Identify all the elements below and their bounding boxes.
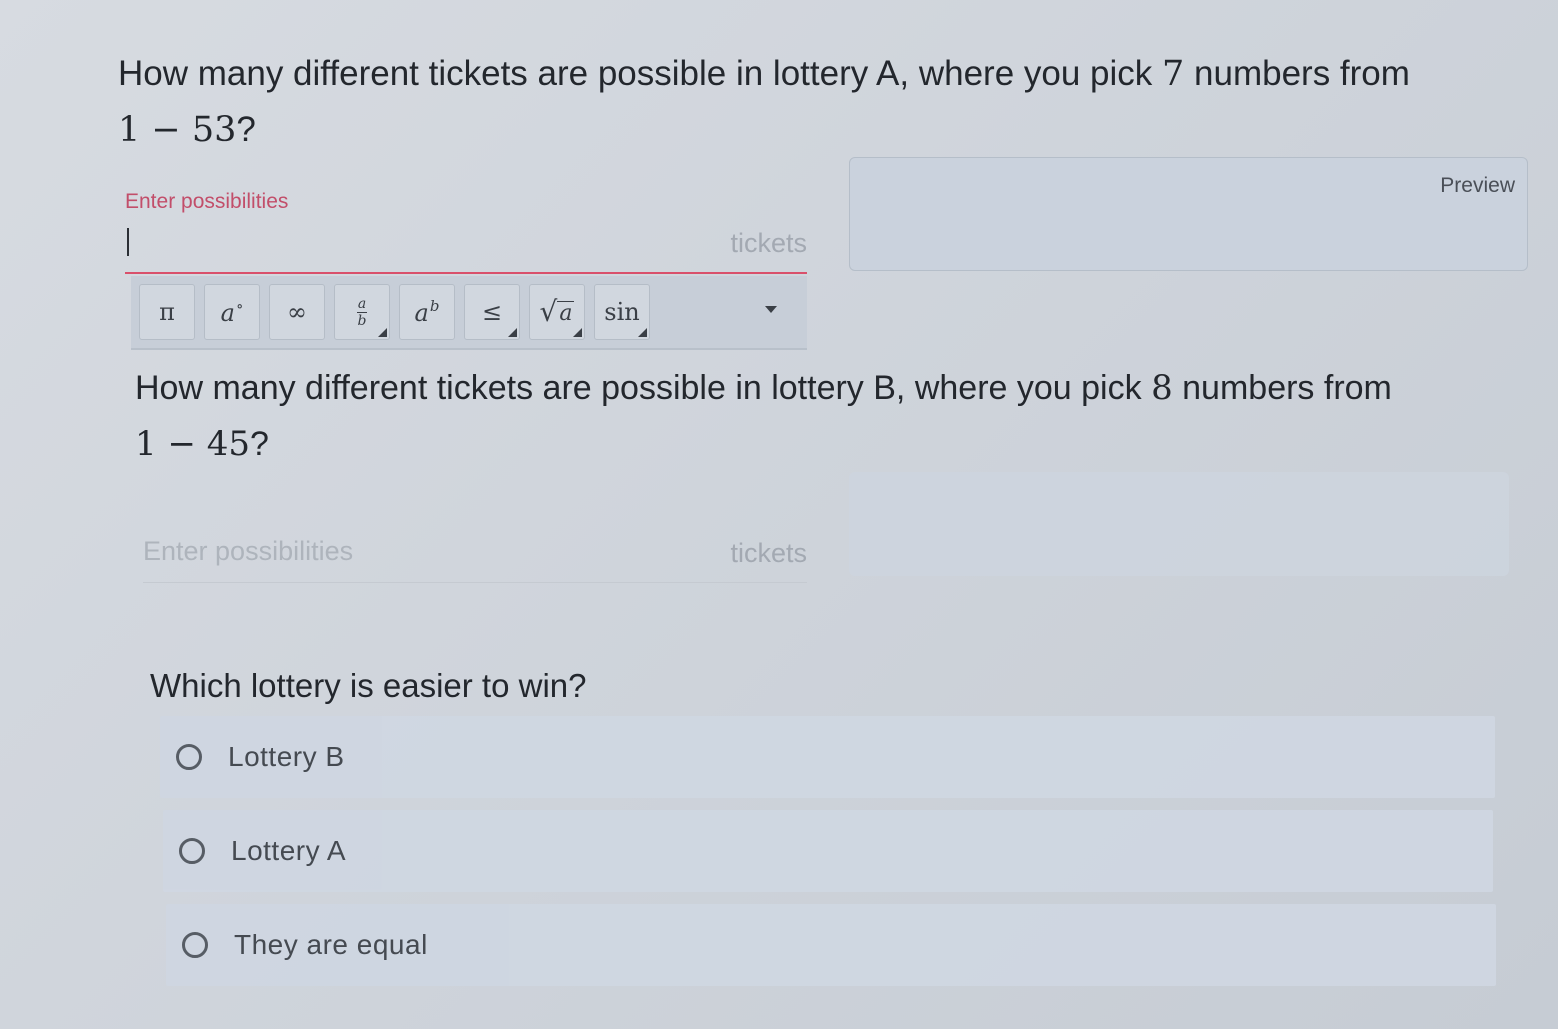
preview-label: Preview [1440,174,1515,197]
lottery-b-placeholder: Enter possibilities [143,536,354,566]
question-1-range: 1 − 53 [118,110,237,150]
sqrt-radicand: a [557,301,575,326]
less-equal-icon: ≤ [481,298,503,326]
question-2-pick-count: 8 [1151,368,1173,408]
question-3-text: Which lottery is easier to win? [150,667,587,704]
pi-button[interactable]: π [139,284,195,340]
infinity-button[interactable]: ∞ [269,284,325,340]
option-label: Lottery B [228,741,345,772]
exponent-sup: b [429,297,440,315]
question-1-text-after: numbers from [1184,54,1410,93]
less-equal-button[interactable]: ≤ [464,284,520,340]
lottery-b-suffix: tickets [730,538,807,568]
fraction-numerator: a [357,295,367,312]
degree-icon: a∘ [221,297,244,327]
sin-icon: sin [604,298,640,326]
option-label: They are equal [234,929,428,960]
exponent-base: a [414,299,429,327]
lottery-a-preview: Preview [849,157,1528,271]
question-1-range-end: ? [236,110,256,149]
lottery-b-preview [849,472,1509,576]
radio-button[interactable] [176,744,202,770]
question-1-pick-count: 7 [1162,54,1185,94]
degree-sup: ∘ [235,297,244,315]
sqrt-radical: √ [539,295,558,328]
question-2-text-before: How many different tickets are possible … [135,369,1152,407]
fraction-denominator: b [357,312,367,329]
sqrt-icon: √ a [540,298,575,326]
option-lottery-b[interactable]: Lottery B [160,716,1495,798]
math-toolbar: π a∘ ∞ a b ab ≤ √ a sin [131,276,807,350]
lottery-a-input-label: Enter possibilities [125,190,289,213]
lottery-a-answer-input[interactable]: Enter possibilities tickets [125,188,807,274]
degree-base: a [220,299,235,327]
lottery-b-answer-input[interactable]: Enter possibilities tickets [143,530,807,583]
option-lottery-a[interactable]: Lottery A [163,810,1493,892]
lottery-a-suffix: tickets [730,228,807,258]
sqrt-button[interactable]: √ a [529,284,585,340]
question-2-range-end: ? [250,425,269,463]
exponent-icon: ab [415,297,440,327]
question-1-text-before: How many different tickets are possible … [118,54,1163,93]
fraction-button[interactable]: a b [334,284,390,340]
pi-icon: π [159,298,175,326]
infinity-icon: ∞ [287,298,307,326]
question-2-text-after: numbers from [1172,369,1392,407]
chevron-down-icon[interactable] [765,306,777,313]
question-2-text: How many different tickets are possible … [135,360,1515,472]
question-1-text: How many different tickets are possible … [118,46,1518,158]
radio-button[interactable] [182,932,208,958]
text-caret [127,228,129,256]
sin-button[interactable]: sin [594,284,650,340]
question-2-range: 1 − 45 [135,424,250,464]
radio-button[interactable] [179,838,205,864]
exponent-button[interactable]: ab [399,284,455,340]
degree-button[interactable]: a∘ [204,284,260,340]
option-label: Lottery A [231,835,347,866]
fraction-icon: a b [357,297,367,328]
option-equal[interactable]: They are equal [166,904,1496,986]
